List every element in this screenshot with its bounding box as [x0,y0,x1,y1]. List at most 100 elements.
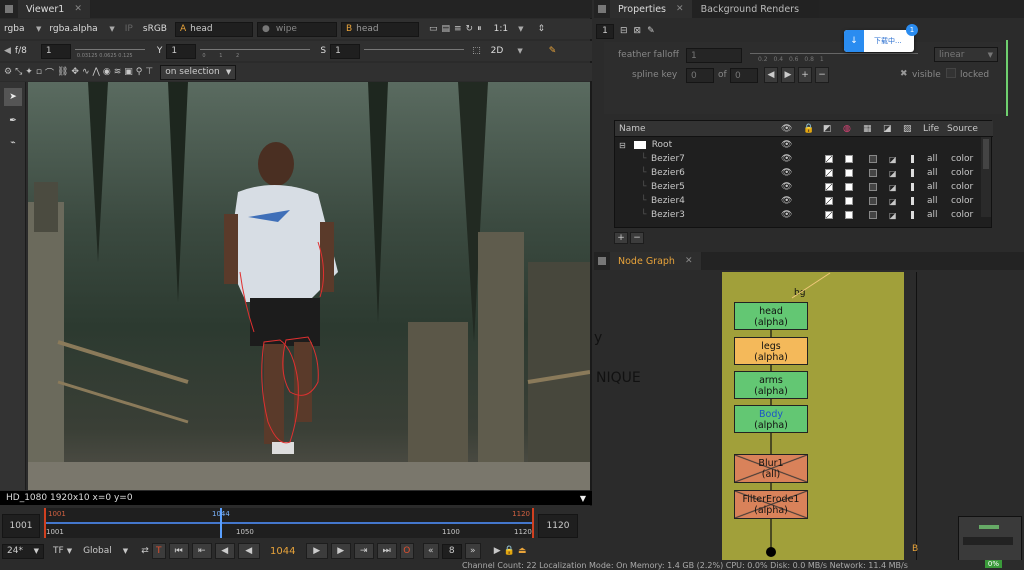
prev-frame-button[interactable]: ◀︎ [214,543,235,559]
node-blur1[interactable]: Blur1 (all) [734,454,808,483]
pause-icon[interactable]: ⏸ [477,24,482,34]
table-row[interactable]: └ Bezier4 👁 ◪ all color [615,194,975,208]
panel-menu-icon[interactable] [0,0,18,18]
falloff-type-select[interactable]: linear ▼ [934,47,998,62]
color-swatch[interactable] [845,183,853,191]
prev-key-icon[interactable]: ◀ [764,67,778,83]
node-legs[interactable]: legs (alpha) [734,337,808,365]
zoom-select[interactable]: 1:1 [494,24,508,34]
input-a-select[interactable]: A head [174,21,253,37]
node-head[interactable]: head (alpha) [734,302,808,330]
flipbook-icon[interactable]: ▶ [494,546,501,556]
overlay-toggle[interactable] [869,155,877,163]
remove-key-icon[interactable]: − [815,67,829,83]
wipe-operation-select[interactable]: ● wipe [256,21,337,37]
close-icon[interactable]: ✕ [74,4,82,14]
table-row[interactable]: └ Bezier7 👁 ◪ all color [615,152,975,166]
eye-icon[interactable]: 👁 [781,140,792,150]
cusp-icon[interactable]: ⋀ [92,67,99,77]
smooth-icon[interactable]: ∿ [82,67,90,77]
col-life[interactable]: Life [923,124,947,134]
eye-icon[interactable]: 👁 [781,182,792,192]
motion-blur-toggle[interactable] [911,169,914,177]
cache-icon[interactable]: ⏏ [518,546,527,556]
invert-toggle[interactable] [825,197,833,205]
view-mode-select[interactable]: 2D [491,46,504,56]
overlay-icon[interactable]: ▤ [441,24,450,34]
clear-icon[interactable]: ✎ [647,26,655,36]
col-name[interactable]: Name [619,124,781,134]
scope-select[interactable]: Global [83,546,112,556]
box-icon[interactable]: ▣ [124,67,133,77]
add-key-icon[interactable]: + [798,67,812,83]
start-frame-field[interactable]: 1001 [2,514,40,538]
overlay-toggle[interactable] [869,183,877,191]
blend-toggle[interactable]: ◪ [889,197,897,206]
ip-button[interactable]: IP [125,24,133,34]
eye-icon[interactable]: ◉ [103,67,111,77]
skip-forward-button[interactable]: » [464,543,481,559]
feather-icon[interactable]: ⌒ [45,66,54,79]
end-frame-field[interactable]: 1120 [538,514,578,538]
channels-select[interactable]: rgba [4,24,32,34]
gamma-slider[interactable]: 0 1 2 [200,43,311,59]
close-icon[interactable]: ✕ [676,4,684,14]
set-out-button[interactable]: O [399,543,414,559]
panel-menu-icon[interactable] [594,0,610,18]
node-filtererode1[interactable]: FilterErode1 (alpha) [734,490,808,519]
tab-properties[interactable]: Properties ✕ [610,0,693,18]
overlay-toggle[interactable] [869,197,877,205]
prev-key-button[interactable]: ⇤ [191,543,212,559]
color-swatch[interactable] [845,169,853,177]
remove-layer-button[interactable]: − [630,232,644,244]
frame-slider[interactable]: 1001 1120 1044 1001 1050 1100 1120 [44,508,534,538]
add-layer-button[interactable]: + [614,232,628,244]
next-key-button[interactable]: ⇥ [353,543,374,559]
link-icon[interactable]: ⛓ [57,67,68,77]
tab-viewer1[interactable]: Viewer1 ✕ [18,0,91,18]
next-key-icon[interactable]: ▶ [781,67,795,83]
download-popup[interactable]: ↓ 下载中... 1 [844,24,918,52]
eye-icon[interactable]: 👁 [781,196,792,206]
node-graph-minimap[interactable] [958,516,1022,562]
collapse-icon[interactable]: ▼ [580,494,586,503]
gear-icon[interactable]: ⚙ [4,67,12,77]
color-swatch[interactable] [845,197,853,205]
eye-icon[interactable]: 👁 [781,168,792,178]
fstop-toggle[interactable]: ◀ [4,46,11,56]
blend-toggle[interactable]: ◪ [889,211,897,220]
tab-node-graph[interactable]: Node Graph ✕ [610,252,702,270]
table-row[interactable]: └ Bezier3 👁 ◪ all color [615,208,975,222]
point-icon[interactable]: ✦ [25,67,33,77]
invert-toggle[interactable] [825,155,833,163]
brush-tool-icon[interactable]: ⌁ [4,134,22,152]
loop-icon[interactable]: ⇄ [141,546,149,556]
of-field[interactable]: 0 [730,68,758,83]
panel-menu-icon[interactable] [594,252,610,270]
table-row[interactable]: └ Bezier5 👁 ◪ all color [615,180,975,194]
key-icon[interactable]: ⚲ [136,67,143,77]
list-icon[interactable]: ≡ [454,24,462,34]
motion-blur-toggle[interactable] [911,183,914,191]
colorspace-select[interactable]: sRGB [143,24,167,34]
overlay-toggle[interactable] [869,211,877,219]
node-arms[interactable]: arms (alpha) [734,371,808,399]
col-source[interactable]: Source [947,124,978,134]
skip-back-button[interactable]: « [422,543,439,559]
wave-icon[interactable]: ≋ [114,67,122,77]
fps-select[interactable]: 24* ▼ [2,543,44,559]
bezier-tool-icon[interactable]: ✒ [4,112,22,130]
pin-icon[interactable]: ⊤ [145,67,153,77]
collapse-icon[interactable]: ⊟ [619,141,626,150]
select-icon[interactable]: ▫ [36,67,42,77]
color-swatch[interactable] [845,211,853,219]
gamma-field[interactable]: 1 [166,43,197,59]
visible-check-icon[interactable]: ✖ [900,69,908,79]
tf-select[interactable]: TF [53,546,64,556]
invert-toggle[interactable] [825,169,833,177]
eye-icon[interactable]: 👁 [781,210,792,220]
viewer-canvas[interactable] [28,82,590,490]
tab-background-renders[interactable]: Background Renders [692,0,819,18]
expand-collapse-icon[interactable]: ⊠ [634,26,642,36]
spline-key-field[interactable]: 0 [686,68,714,83]
